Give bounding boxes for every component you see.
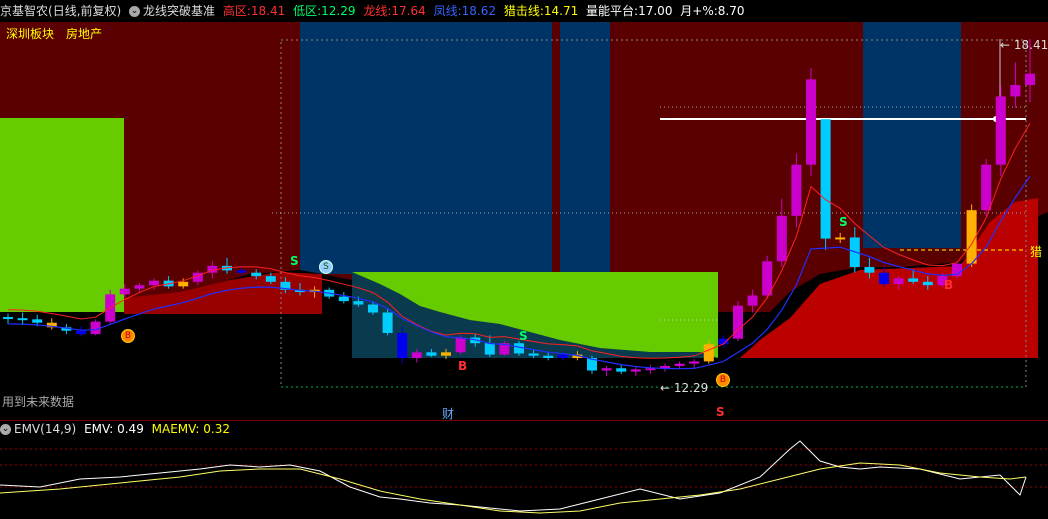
maemv-line bbox=[0, 462, 1027, 514]
candle-body[interactable] bbox=[674, 363, 685, 366]
bg-blue-zone-2 bbox=[560, 22, 610, 274]
low-zone-label: 低区: bbox=[293, 4, 322, 18]
signal-s-3: S bbox=[839, 215, 848, 229]
dragon-line-value: 17.64 bbox=[391, 4, 426, 18]
candle-body[interactable] bbox=[893, 278, 904, 285]
low-zone-value: 12.29 bbox=[321, 4, 356, 18]
candle-body[interactable] bbox=[484, 343, 495, 355]
candle-body[interactable] bbox=[514, 343, 524, 354]
high-price-value: 18.41 bbox=[1013, 38, 1048, 52]
candle-body[interactable] bbox=[236, 270, 247, 273]
signal-dollar-mark: S bbox=[716, 405, 725, 419]
emv-label: EMV: bbox=[84, 422, 114, 436]
candle-body[interactable] bbox=[397, 332, 408, 358]
maemv-label: MAEMV: bbox=[151, 422, 200, 436]
chevron-down-icon[interactable]: ⌄ bbox=[129, 0, 143, 22]
candle-body[interactable] bbox=[251, 272, 262, 277]
sector-label-2[interactable]: 房地产 bbox=[66, 25, 102, 42]
low-price-label: ← 12.29 bbox=[660, 381, 709, 395]
buy-badge-2: B bbox=[716, 373, 730, 387]
candle-body[interactable] bbox=[76, 330, 86, 335]
signal-b-1: B bbox=[458, 359, 468, 373]
candle-body[interactable] bbox=[864, 267, 875, 273]
sub-indicator-name[interactable]: EMV(14,9) bbox=[14, 422, 76, 436]
candle-body[interactable] bbox=[879, 272, 889, 285]
emv-line bbox=[0, 440, 1027, 512]
volume-platform-label: 量能平台: bbox=[586, 4, 639, 18]
candle-body[interactable] bbox=[791, 164, 802, 216]
volume-platform-value: 17.00 bbox=[638, 4, 673, 18]
low-price-value: 12.29 bbox=[673, 381, 709, 395]
emv-value: 0.49 bbox=[117, 422, 144, 436]
candle-body[interactable] bbox=[178, 281, 189, 287]
candle-body[interactable] bbox=[543, 355, 554, 358]
candle-body[interactable] bbox=[134, 285, 145, 289]
candle-body[interactable] bbox=[17, 318, 28, 321]
signal-s-2: S bbox=[519, 329, 528, 343]
candle-body[interactable] bbox=[411, 352, 422, 358]
chart-header: 京基智农(日线,前复权) ⌄ 龙线突破基准 高区:18.41 低区:12.29 龙… bbox=[0, 0, 1048, 22]
candle-body[interactable] bbox=[616, 368, 627, 372]
buy-badge-1: B bbox=[121, 329, 135, 343]
candle-body[interactable] bbox=[426, 352, 437, 356]
bg-green-zone-left bbox=[0, 118, 124, 314]
candle-body[interactable] bbox=[703, 344, 714, 362]
dragon-line-label: 龙线: bbox=[363, 4, 392, 18]
candle-body[interactable] bbox=[441, 352, 451, 356]
high-zone-label: 高区: bbox=[222, 4, 251, 18]
candle-body[interactable] bbox=[966, 210, 977, 264]
candle-body[interactable] bbox=[601, 368, 612, 371]
candle-body[interactable] bbox=[265, 276, 276, 282]
candle-body[interactable] bbox=[119, 288, 130, 295]
candle-body[interactable] bbox=[908, 278, 919, 282]
candle-body[interactable] bbox=[557, 354, 568, 358]
sector-label-1[interactable]: 深圳板块 bbox=[6, 25, 54, 42]
signal-b-2: B bbox=[944, 278, 954, 292]
month-pct-label: 月+%: bbox=[680, 4, 718, 18]
candle-body[interactable] bbox=[455, 337, 466, 353]
candle-body[interactable] bbox=[747, 295, 758, 306]
hunt-line-label: 猎击线: bbox=[503, 4, 544, 18]
bg-blue-zone-1 bbox=[300, 22, 552, 274]
hunt-mark: 猎 bbox=[1030, 245, 1043, 259]
candle-body[interactable] bbox=[32, 319, 43, 323]
high-price-label: ← 18.41 bbox=[1000, 38, 1048, 52]
candle-body[interactable] bbox=[382, 312, 393, 333]
candle-body[interactable] bbox=[981, 164, 992, 211]
phoenix-line-label: 凤线: bbox=[433, 4, 462, 18]
candle-body[interactable] bbox=[368, 304, 378, 313]
candle-body[interactable] bbox=[995, 96, 1006, 165]
candle-body[interactable] bbox=[630, 369, 641, 372]
candle-body[interactable] bbox=[353, 301, 364, 305]
chevron-down-icon[interactable]: ⌄ bbox=[0, 422, 14, 436]
candle-body[interactable] bbox=[922, 281, 933, 286]
candle-body[interactable] bbox=[820, 119, 831, 239]
stock-name[interactable]: 京基智农 bbox=[0, 0, 48, 22]
candle-body[interactable] bbox=[776, 215, 787, 262]
month-pct-value: 8.70 bbox=[717, 4, 745, 18]
hunt-line-value: 14.71 bbox=[543, 4, 579, 18]
high-zone-value: 18.41 bbox=[250, 4, 286, 18]
future-data-note: 用到未来数据 bbox=[2, 395, 75, 409]
candle-body[interactable] bbox=[689, 361, 700, 364]
candle-body[interactable] bbox=[835, 237, 846, 240]
candle-body[interactable] bbox=[1025, 73, 1035, 86]
candle-body[interactable] bbox=[3, 317, 13, 320]
phoenix-line-value: 18.62 bbox=[461, 4, 496, 18]
sub-indicator-header: ⌄ EMV(14,9) EMV: 0.49 MAEMV: 0.32 bbox=[0, 421, 230, 437]
emv-chart[interactable] bbox=[0, 437, 1048, 519]
candle-body[interactable] bbox=[806, 79, 816, 165]
sell-badge: S bbox=[319, 260, 333, 274]
candle-body[interactable] bbox=[528, 353, 539, 356]
candle-body[interactable] bbox=[338, 296, 349, 302]
signal-s-1: S bbox=[290, 254, 299, 268]
period-label: (日线,前复权) bbox=[48, 4, 122, 18]
bg-blue-zone-3 bbox=[863, 22, 961, 248]
candle-body[interactable] bbox=[149, 280, 159, 286]
candle-body[interactable] bbox=[1010, 85, 1021, 97]
indicator-name[interactable]: 龙线突破基准 bbox=[143, 0, 215, 22]
main-price-chart[interactable] bbox=[0, 22, 1048, 420]
maemv-value: 0.32 bbox=[203, 422, 230, 436]
